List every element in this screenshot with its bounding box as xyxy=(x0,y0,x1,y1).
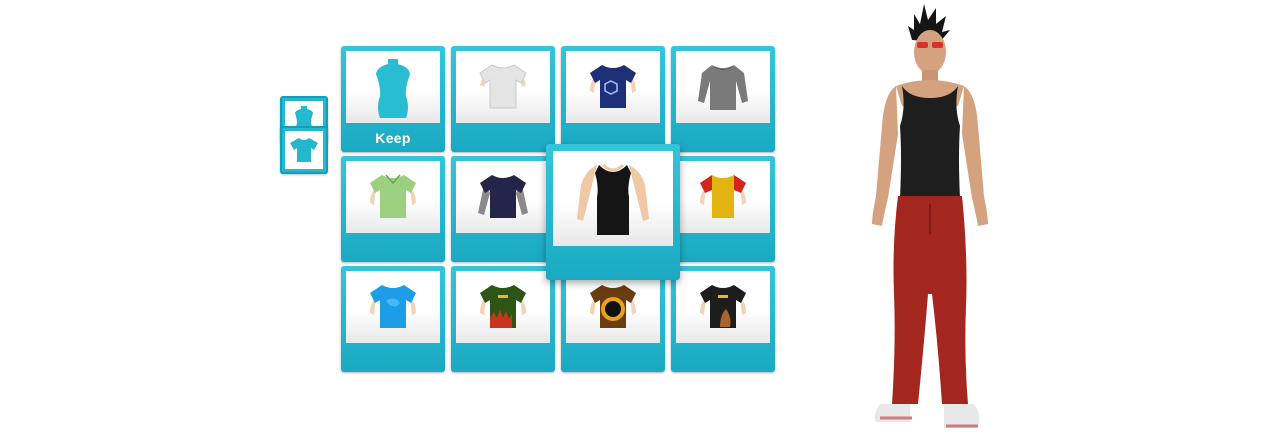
navy-logo-tshirt-icon xyxy=(590,65,636,108)
sunglasses-icon xyxy=(917,42,928,48)
avatar-head xyxy=(914,30,946,74)
avatar-left-arm xyxy=(872,86,898,226)
navy-layered-longsleeve-icon xyxy=(478,175,528,218)
avatar-tank-top xyxy=(900,86,960,198)
shirt-card-green-flame-tshirt[interactable] xyxy=(451,266,555,372)
mannequin-icon xyxy=(376,59,410,118)
shirt-card-yellow-red-raglan[interactable] xyxy=(671,156,775,262)
avatar-character xyxy=(872,4,988,428)
brown-eclipse-tshirt-icon xyxy=(590,285,636,328)
shirt-card-blue-print-tshirt[interactable] xyxy=(341,266,445,372)
green-polo-icon xyxy=(370,174,416,218)
avatar-right-arm xyxy=(962,86,988,226)
shirt-card-navy-logo-tshirt[interactable] xyxy=(561,46,665,152)
shirt-card-black-tank-top-selected[interactable] xyxy=(546,144,680,280)
shirt-card-grey-longsleeve[interactable] xyxy=(671,46,775,152)
shirt-card-black-graphic-tshirt[interactable] xyxy=(671,266,775,372)
avatar-right-shoe xyxy=(944,404,980,428)
category-tab-shirts[interactable] xyxy=(280,126,328,174)
yellow-red-raglan-icon xyxy=(700,175,746,218)
black-tank-top-icon xyxy=(577,163,649,235)
shirt-card-white-tshirt[interactable] xyxy=(451,46,555,152)
blue-print-tshirt-icon xyxy=(370,285,416,328)
shirt-card-navy-layered-longsleeve[interactable] xyxy=(451,156,555,262)
grey-longsleeve-icon xyxy=(698,65,748,110)
green-flame-tshirt-icon xyxy=(480,285,526,328)
shirt-card-green-polo[interactable] xyxy=(341,156,445,262)
tshirt-icon xyxy=(290,138,318,162)
keep-label: Keep xyxy=(375,130,411,146)
keep-card[interactable]: Keep xyxy=(341,46,445,152)
white-tshirt-icon xyxy=(479,64,527,109)
black-graphic-tshirt-icon xyxy=(700,285,746,328)
shirt-card-brown-eclipse-tshirt[interactable] xyxy=(561,266,665,372)
